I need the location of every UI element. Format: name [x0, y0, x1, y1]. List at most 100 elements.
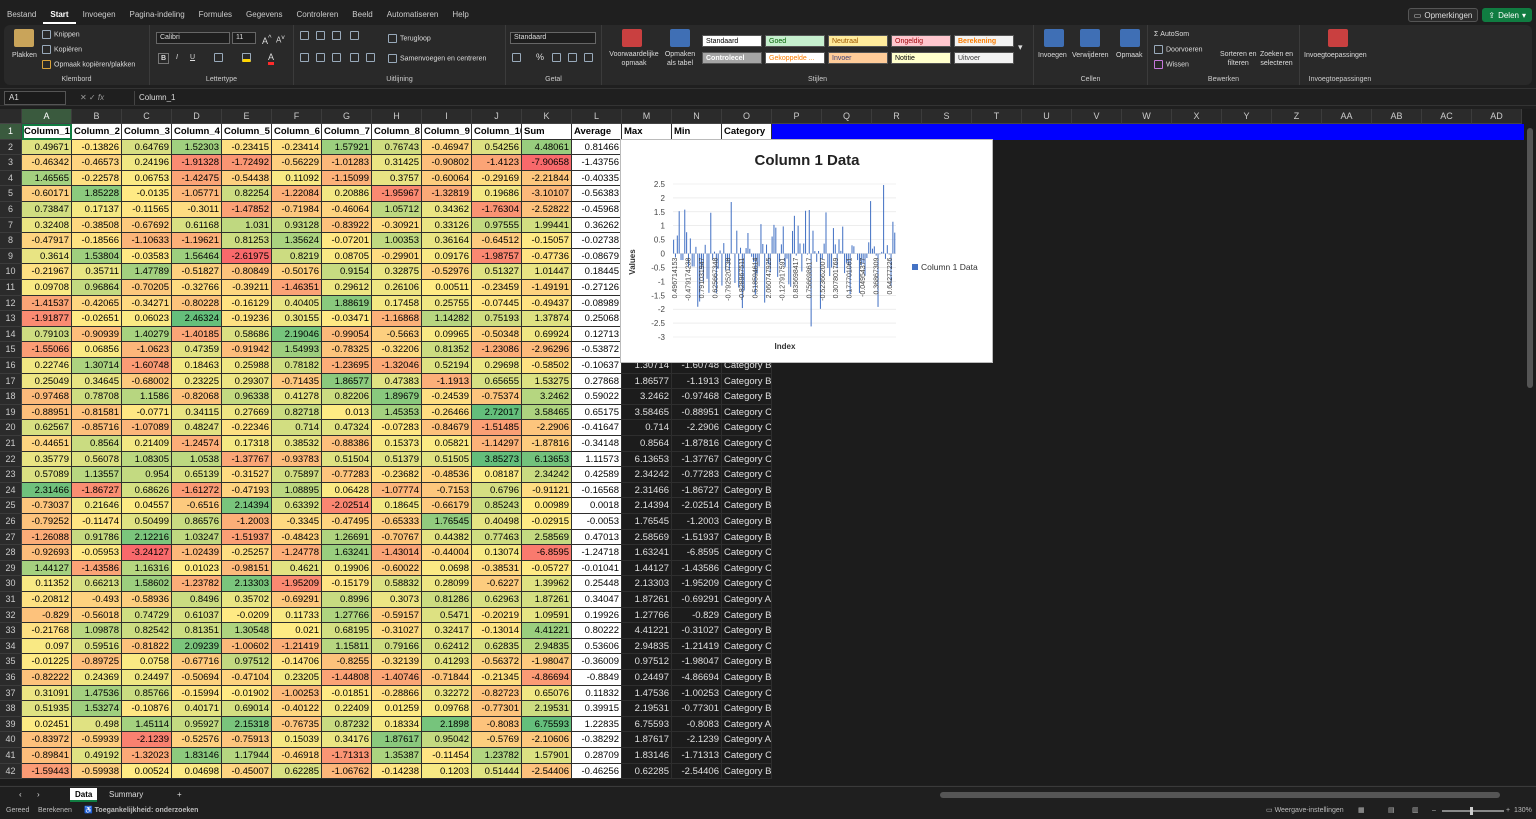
data-cell[interactable]: -0.98151 — [222, 560, 272, 577]
tab-start[interactable]: Start — [43, 0, 76, 24]
data-cell[interactable]: -0.89725 — [72, 654, 122, 670]
column-header[interactable]: E — [222, 109, 272, 124]
row-header[interactable]: 25 — [0, 498, 22, 514]
data-cell[interactable]: 1.40279 — [122, 326, 172, 343]
data-cell[interactable]: 0.6796 — [472, 482, 522, 499]
data-cell[interactable]: -0.18566 — [72, 233, 122, 249]
data-cell[interactable]: 0.21409 — [122, 436, 172, 452]
data-cell[interactable]: 0.8496 — [172, 592, 222, 608]
data-cell[interactable]: -3.24127 — [122, 545, 172, 561]
column-header[interactable]: N — [672, 109, 722, 124]
data-cell[interactable]: 0.00989 — [522, 498, 572, 514]
data-cell[interactable]: -1.32023 — [122, 748, 172, 764]
header-cell[interactable]: Column_9 — [422, 124, 472, 140]
header-cell[interactable]: Average — [572, 124, 622, 140]
data-cell[interactable]: -0.11474 — [72, 514, 122, 530]
data-cell[interactable]: -0.24539 — [422, 389, 472, 405]
data-cell[interactable]: -0.3345 — [272, 514, 322, 530]
data-cell[interactable]: -0.50348 — [472, 326, 522, 343]
data-cell[interactable]: -0.23459 — [472, 280, 522, 296]
conditional-format-button[interactable]: Voorwaardelijke opmaak — [606, 50, 662, 68]
data-cell[interactable]: Category B — [722, 763, 772, 780]
data-cell[interactable]: -1.21419 — [672, 638, 722, 655]
data-cell[interactable]: 0.82254 — [222, 186, 272, 202]
data-cell[interactable]: 0.714 — [622, 420, 672, 436]
data-cell[interactable]: -1.43586 — [72, 560, 122, 577]
data-cell[interactable]: -2.52822 — [522, 202, 572, 218]
data-cell[interactable]: 0.06753 — [122, 170, 172, 187]
data-cell[interactable]: 0.47013 — [572, 529, 622, 546]
data-cell[interactable]: 0.78708 — [72, 389, 122, 405]
data-cell[interactable]: 0.32417 — [422, 623, 472, 639]
data-cell[interactable]: 2.14394 — [222, 498, 272, 514]
data-cell[interactable]: -2.96296 — [522, 342, 572, 358]
row-header[interactable]: 16 — [0, 358, 22, 374]
data-cell[interactable]: 1.15811 — [322, 638, 372, 655]
data-cell[interactable]: 0.58686 — [222, 326, 272, 343]
data-cell[interactable]: 1.47536 — [622, 685, 672, 702]
data-cell[interactable]: 0.51444 — [472, 763, 522, 780]
row-header[interactable]: 39 — [0, 716, 22, 733]
data-cell[interactable]: 0.31425 — [372, 155, 422, 171]
data-cell[interactable]: -0.14238 — [372, 763, 422, 780]
style-note[interactable]: Notitie — [891, 52, 951, 64]
data-cell[interactable]: -0.97468 — [672, 389, 722, 405]
data-cell[interactable]: 1.44127 — [22, 560, 72, 577]
data-cell[interactable]: 1.83146 — [172, 748, 222, 764]
paste-button[interactable]: Plakken — [12, 51, 37, 60]
data-cell[interactable]: 0.18645 — [372, 498, 422, 514]
data-cell[interactable]: 0.097 — [22, 638, 72, 655]
row-header[interactable]: 30 — [0, 576, 22, 592]
data-cell[interactable]: -0.26466 — [422, 404, 472, 421]
data-cell[interactable]: 1.11573 — [572, 451, 622, 468]
data-cell[interactable]: 1.00353 — [372, 233, 422, 249]
data-cell[interactable]: 0.09176 — [422, 248, 472, 265]
data-cell[interactable]: 0.27868 — [572, 373, 622, 390]
data-cell[interactable]: -0.46573 — [72, 155, 122, 171]
data-cell[interactable]: 0.47383 — [372, 373, 422, 390]
data-cell[interactable]: -0.11565 — [122, 202, 172, 218]
tab-review[interactable]: Controleren — [289, 0, 345, 24]
data-cell[interactable]: -0.02915 — [522, 514, 572, 530]
data-cell[interactable]: 0.48247 — [172, 420, 222, 436]
data-cell[interactable]: 1.88619 — [322, 295, 372, 312]
align-bottom-button[interactable] — [332, 31, 344, 40]
data-cell[interactable]: 1.22835 — [572, 716, 622, 733]
wrap-text-button[interactable]: Terugloop — [388, 34, 431, 43]
style-good[interactable]: Goed — [765, 35, 825, 47]
data-cell[interactable]: 0.35779 — [22, 451, 72, 468]
style-input[interactable]: Invoer — [828, 52, 888, 64]
data-cell[interactable]: 1.47789 — [122, 264, 172, 280]
data-cell[interactable]: -2.1239 — [672, 732, 722, 748]
data-cell[interactable]: -0.01041 — [572, 560, 622, 577]
page-break-view-icon[interactable]: ▥ — [1412, 803, 1419, 819]
data-cell[interactable]: 2.19531 — [622, 701, 672, 717]
data-cell[interactable]: -1.01283 — [322, 155, 372, 171]
style-check-cell[interactable]: Controlecel — [702, 52, 762, 64]
data-cell[interactable]: -0.91121 — [522, 482, 572, 499]
data-cell[interactable]: -0.79252 — [22, 514, 72, 530]
decrease-decimal-button[interactable] — [584, 53, 596, 62]
data-cell[interactable]: -0.31027 — [672, 623, 722, 639]
data-cell[interactable]: -0.64512 — [472, 233, 522, 249]
header-cell[interactable]: Column_8 — [372, 124, 422, 140]
data-cell[interactable]: -0.7153 — [422, 482, 472, 499]
sheet-tab-summary[interactable]: Summary — [104, 788, 148, 802]
data-cell[interactable]: 0.62567 — [22, 420, 72, 436]
data-cell[interactable]: 0.04698 — [172, 763, 222, 780]
data-cell[interactable]: 2.19046 — [272, 326, 322, 343]
data-cell[interactable]: 0.40405 — [272, 295, 322, 312]
data-cell[interactable]: 0.29307 — [222, 373, 272, 390]
data-cell[interactable]: 1.89679 — [372, 389, 422, 405]
data-cell[interactable]: -0.71435 — [272, 373, 322, 390]
data-cell[interactable]: -7.90658 — [522, 155, 572, 171]
data-cell[interactable]: -0.20812 — [22, 592, 72, 608]
row-header[interactable]: 38 — [0, 701, 22, 717]
data-cell[interactable]: 0.21646 — [72, 498, 122, 514]
data-cell[interactable]: 0.00511 — [422, 280, 472, 296]
data-cell[interactable]: 1.1586 — [122, 389, 172, 405]
data-cell[interactable]: 0.25988 — [222, 358, 272, 374]
data-cell[interactable]: 1.85228 — [72, 186, 122, 202]
data-cell[interactable]: 0.68626 — [122, 482, 172, 499]
data-cell[interactable]: 6.13653 — [622, 451, 672, 468]
